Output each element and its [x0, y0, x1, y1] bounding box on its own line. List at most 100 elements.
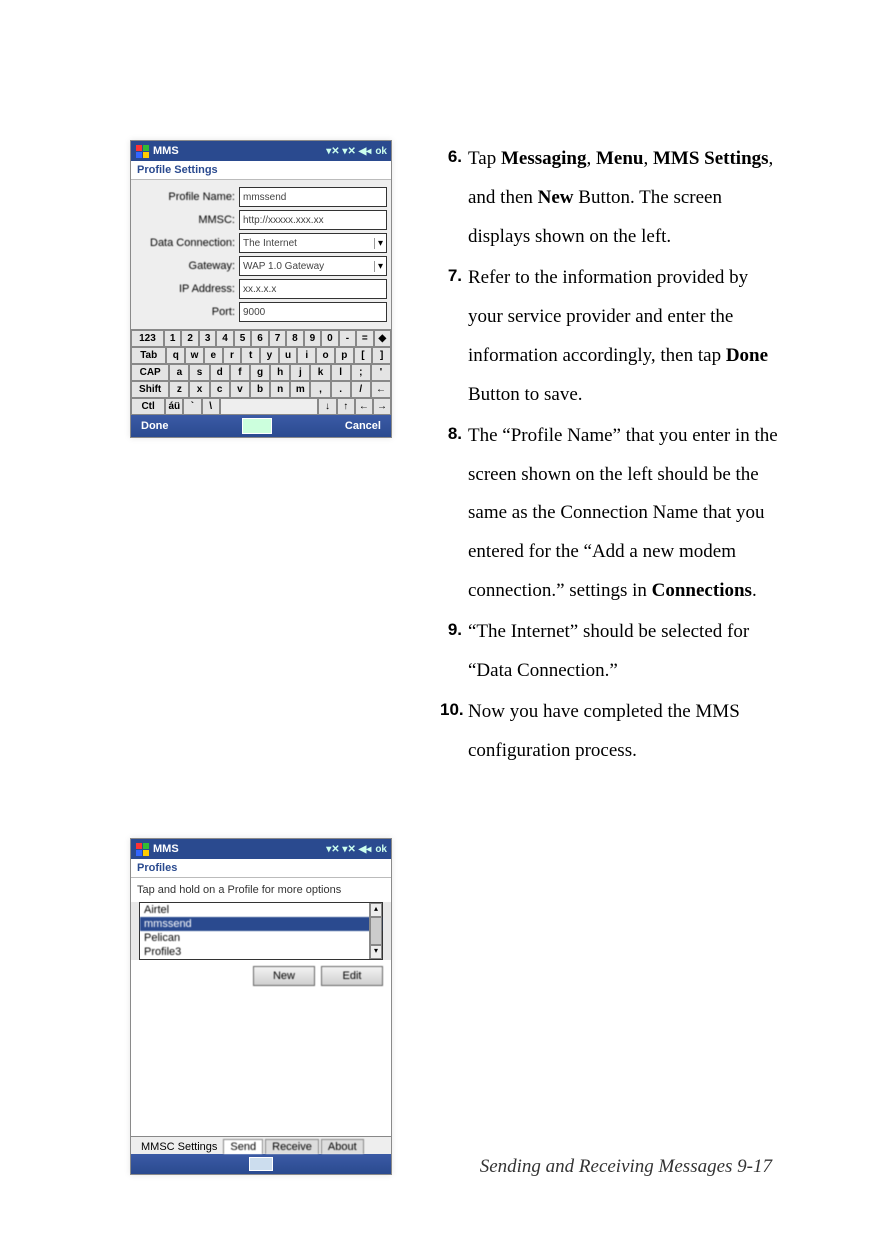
key[interactable]: h [270, 364, 290, 381]
key[interactable]: n [270, 381, 290, 398]
sip-icon[interactable] [249, 1157, 273, 1171]
key[interactable]: t [241, 347, 260, 364]
scroll-up-icon[interactable]: ▴ [370, 903, 382, 917]
done-button[interactable]: Done [141, 420, 169, 432]
key[interactable]: 0 [321, 330, 338, 347]
key-ctl[interactable]: Ctl [131, 398, 165, 415]
key[interactable]: Shift [131, 381, 169, 398]
key[interactable]: k [310, 364, 330, 381]
key[interactable]: 3 [199, 330, 216, 347]
scrollbar[interactable]: ▴ ▾ [369, 903, 382, 959]
key[interactable]: ' [371, 364, 391, 381]
key[interactable]: d [210, 364, 230, 381]
cancel-button[interactable]: Cancel [345, 420, 381, 432]
sip-icon[interactable] [242, 418, 272, 434]
key[interactable]: b [250, 381, 270, 398]
input-ip[interactable]: xx.x.x.x [239, 279, 387, 299]
key[interactable]: - [339, 330, 356, 347]
bottom-bar: Done Cancel [131, 415, 391, 437]
row-port: Port: 9000 [135, 302, 387, 322]
key[interactable]: 4 [216, 330, 233, 347]
key[interactable]: / [351, 381, 371, 398]
key-up[interactable]: ↑ [337, 398, 355, 415]
key[interactable]: ; [351, 364, 371, 381]
key[interactable]: 2 [181, 330, 198, 347]
tab-send[interactable]: Send [223, 1139, 263, 1154]
list-item[interactable]: Airtel [140, 903, 382, 917]
key-down[interactable]: ↓ [318, 398, 336, 415]
key[interactable]: v [230, 381, 250, 398]
key[interactable]: = [356, 330, 373, 347]
key[interactable]: 6 [251, 330, 268, 347]
key-right[interactable]: → [373, 398, 391, 415]
tab-receive[interactable]: Receive [265, 1139, 319, 1154]
key[interactable]: Tab [131, 347, 166, 364]
key[interactable]: ← [371, 381, 391, 398]
key-backtick[interactable]: ` [183, 398, 201, 415]
select-gateway[interactable]: WAP 1.0 Gateway▾ [239, 256, 387, 276]
tab-about[interactable]: About [321, 1139, 364, 1154]
key[interactable]: g [250, 364, 270, 381]
input-port[interactable]: 9000 [239, 302, 387, 322]
key[interactable]: e [204, 347, 223, 364]
new-button[interactable]: New [253, 966, 315, 986]
input-profile-name[interactable]: mmssend [239, 187, 387, 207]
key[interactable]: i [297, 347, 316, 364]
key-space[interactable] [220, 398, 319, 415]
key[interactable]: f [230, 364, 250, 381]
key[interactable]: r [223, 347, 242, 364]
step-number: 9. [440, 613, 462, 648]
key[interactable]: . [331, 381, 351, 398]
signal-icon: ▾✕ ▾✕ ◀◂ [326, 844, 371, 855]
key[interactable]: w [185, 347, 204, 364]
screenshot-profiles: MMS ▾✕ ▾✕ ◀◂ ok Profiles Tap and hold on… [130, 838, 392, 1175]
screen-subtitle: Profile Settings [131, 161, 391, 180]
key-intl[interactable]: áü [165, 398, 183, 415]
key[interactable]: a [169, 364, 189, 381]
label-mmsc: MMSC: [135, 214, 239, 226]
label-gateway: Gateway: [135, 260, 239, 272]
key[interactable]: 123 [131, 330, 164, 347]
screen-subtitle: Profiles [131, 859, 391, 878]
key[interactable]: , [310, 381, 330, 398]
key[interactable]: j [290, 364, 310, 381]
input-mmsc[interactable]: http://xxxxx.xxx.xx [239, 210, 387, 230]
key[interactable]: 8 [286, 330, 303, 347]
windows-flag-icon [135, 842, 149, 856]
key[interactable]: u [279, 347, 298, 364]
key[interactable]: s [189, 364, 209, 381]
key[interactable]: x [189, 381, 209, 398]
key[interactable]: z [169, 381, 189, 398]
list-item[interactable]: Profile3 [140, 945, 382, 959]
scroll-track[interactable] [370, 917, 382, 945]
key[interactable]: c [210, 381, 230, 398]
titlebar-status: ▾✕ ▾✕ ◀◂ ok [326, 844, 387, 855]
key[interactable]: q [166, 347, 185, 364]
key[interactable]: 5 [234, 330, 251, 347]
ok-button[interactable]: ok [375, 146, 387, 157]
key[interactable]: 9 [304, 330, 321, 347]
key-left[interactable]: ← [355, 398, 373, 415]
list-item[interactable]: Pelican [140, 931, 382, 945]
key[interactable]: o [316, 347, 335, 364]
key[interactable]: ] [372, 347, 391, 364]
profiles-listbox[interactable]: Airtel mmssend Pelican Profile3 ▴ ▾ [139, 902, 383, 960]
sip-bar [131, 1154, 391, 1174]
key[interactable]: 7 [269, 330, 286, 347]
scroll-down-icon[interactable]: ▾ [370, 945, 382, 959]
key[interactable]: 1 [164, 330, 181, 347]
key-backslash[interactable]: \ [202, 398, 220, 415]
list-item-selected[interactable]: mmssend [140, 917, 382, 931]
key[interactable]: m [290, 381, 310, 398]
key[interactable]: p [335, 347, 354, 364]
step-number: 7. [440, 259, 462, 294]
edit-button[interactable]: Edit [321, 966, 383, 986]
select-data-connection[interactable]: The Internet▾ [239, 233, 387, 253]
ok-button[interactable]: ok [375, 844, 387, 855]
key[interactable]: CAP [131, 364, 169, 381]
key[interactable]: ◆ [374, 330, 391, 347]
key[interactable]: l [331, 364, 351, 381]
onscreen-keyboard[interactable]: 1231234567890-=◆ Tabqwertyuiop[] CAPasdf… [131, 329, 391, 415]
key[interactable]: [ [354, 347, 373, 364]
key[interactable]: y [260, 347, 279, 364]
